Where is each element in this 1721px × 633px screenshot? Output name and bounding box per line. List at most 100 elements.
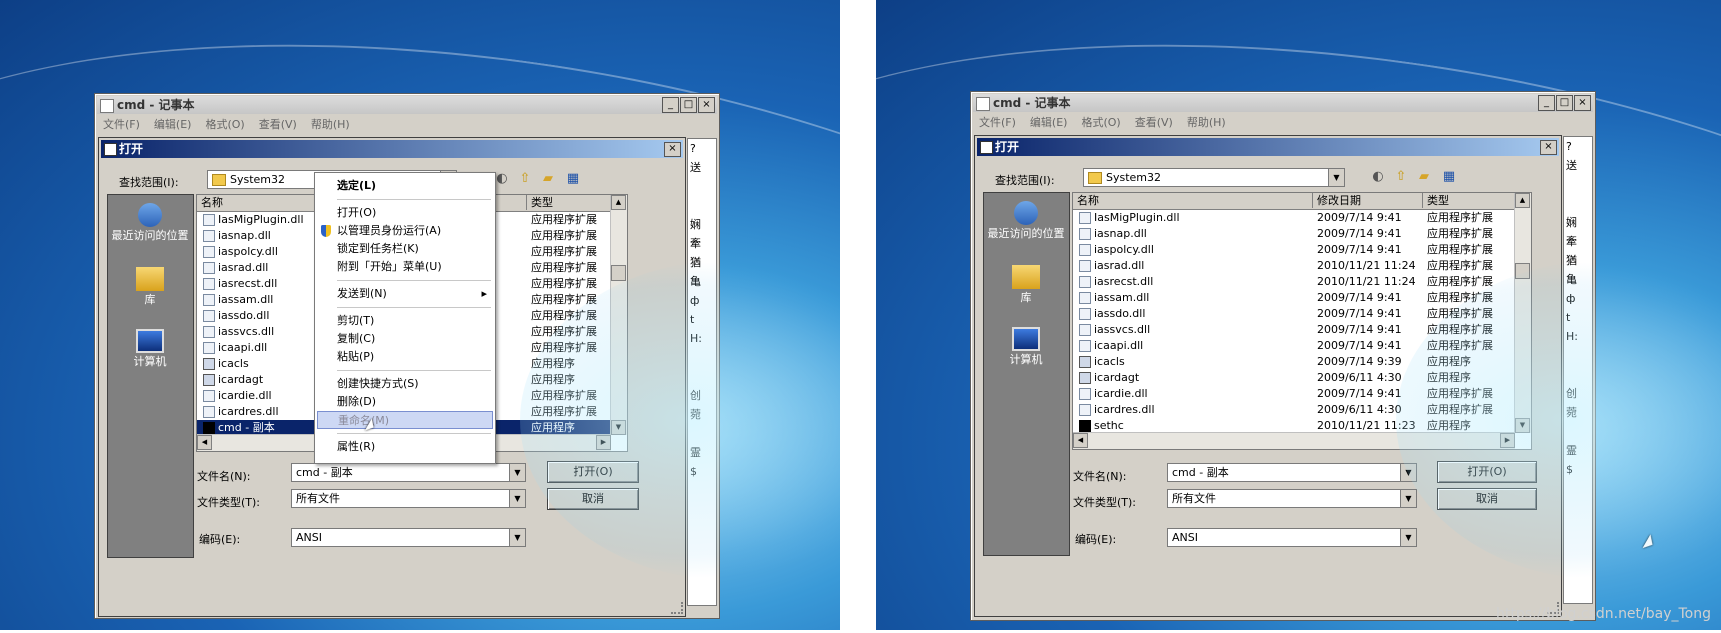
lookin-combo[interactable]: System32 ▼ <box>1083 168 1345 187</box>
menu-help[interactable]: 帮助(H) <box>311 116 350 134</box>
close-button[interactable]: × <box>1574 95 1591 111</box>
place-recent[interactable]: 最近访问的位置 <box>985 201 1067 240</box>
place-computer[interactable]: 计算机 <box>985 327 1067 366</box>
context-menu-item[interactable]: 锁定到任务栏(K) <box>317 240 493 258</box>
context-menu-item[interactable]: 打开(O) <box>317 204 493 222</box>
context-menu-item[interactable]: 重命名(M) <box>317 411 493 429</box>
table-row[interactable]: iassvcs.dll 2009/7/14 9:41 应用程序扩展 <box>1073 322 1515 338</box>
horizontal-scrollbar[interactable]: ◀ ▶ <box>1073 432 1515 449</box>
new-folder-icon[interactable]: ▰ <box>540 171 556 187</box>
dialog-close-button[interactable]: × <box>1540 140 1557 155</box>
table-row[interactable]: IasMigPlugin.dll 2009/7/14 9:41 应用程序扩展 <box>1073 210 1515 226</box>
filename-combo[interactable]: cmd - 副本 ▼ <box>1167 463 1417 482</box>
filetype-combo[interactable]: 所有文件 ▼ <box>291 489 526 508</box>
place-libraries[interactable]: 库 <box>109 267 191 306</box>
chevron-down-icon[interactable]: ▼ <box>509 529 525 546</box>
open-button[interactable]: 打开(O) <box>547 461 639 483</box>
vertical-scrollbar[interactable]: ▲ ▼ <box>610 195 627 435</box>
scroll-down-icon[interactable]: ▼ <box>1515 418 1530 433</box>
vertical-scrollbar[interactable]: ▲ ▼ <box>1514 193 1531 433</box>
close-button[interactable]: × <box>698 97 715 113</box>
chevron-down-icon[interactable]: ▼ <box>1328 169 1344 186</box>
cancel-button[interactable]: 取消 <box>547 488 639 510</box>
scroll-left-icon[interactable]: ◀ <box>197 435 212 450</box>
menu-edit[interactable]: 编辑(E) <box>154 116 192 134</box>
table-row[interactable]: iasrad.dll 2010/11/21 11:24 应用程序扩展 <box>1073 258 1515 274</box>
new-folder-icon[interactable]: ▰ <box>1416 169 1432 185</box>
menu-help[interactable]: 帮助(H) <box>1187 114 1226 132</box>
place-computer[interactable]: 计算机 <box>109 329 191 368</box>
table-row[interactable]: icardres.dll 2009/6/11 4:30 应用程序扩展 <box>1073 402 1515 418</box>
view-menu-icon[interactable]: ▦ <box>565 171 581 187</box>
open-button[interactable]: 打开(O) <box>1437 461 1537 483</box>
menu-file[interactable]: 文件(F) <box>103 116 140 134</box>
context-menu-item[interactable]: 复制(C) <box>317 330 493 348</box>
place-recent[interactable]: 最近访问的位置 <box>109 203 191 242</box>
context-menu-item[interactable]: 剪切(T) <box>317 312 493 330</box>
up-folder-icon[interactable]: ⇧ <box>517 171 533 187</box>
back-icon[interactable]: ◐ <box>494 171 510 187</box>
column-name[interactable]: 名称 <box>1073 193 1313 208</box>
menu-format[interactable]: 格式(O) <box>1081 114 1120 132</box>
minimize-button[interactable]: _ <box>662 97 679 113</box>
scroll-left-icon[interactable]: ◀ <box>1073 433 1088 448</box>
table-row[interactable]: iasrecst.dll 2010/11/21 11:24 应用程序扩展 <box>1073 274 1515 290</box>
file-list[interactable]: 名称 修改日期 类型 IasMigPlugin.dll 2009/7/14 9:4… <box>1072 192 1532 450</box>
chevron-down-icon[interactable]: ▼ <box>1400 490 1416 507</box>
scroll-up-icon[interactable]: ▲ <box>611 195 626 210</box>
open-dialog-titlebar: 打开 × <box>101 140 683 158</box>
menu-edit[interactable]: 编辑(E) <box>1030 114 1068 132</box>
table-row[interactable]: icaapi.dll 2009/7/14 9:41 应用程序扩展 <box>1073 338 1515 354</box>
dialog-close-button[interactable]: × <box>664 142 681 157</box>
scroll-up-icon[interactable]: ▲ <box>1515 193 1530 208</box>
chevron-down-icon[interactable]: ▼ <box>1400 464 1416 481</box>
context-menu-item[interactable]: 属性(R) <box>317 438 493 456</box>
table-row[interactable]: iassdo.dll 2009/7/14 9:41 应用程序扩展 <box>1073 306 1515 322</box>
menu-format[interactable]: 格式(O) <box>205 116 244 134</box>
encoding-combo[interactable]: ANSI ▼ <box>1167 528 1417 547</box>
table-row[interactable]: icacls 2009/7/14 9:39 应用程序 <box>1073 354 1515 370</box>
table-row[interactable]: iaspolcy.dll 2009/7/14 9:41 应用程序扩展 <box>1073 242 1515 258</box>
context-menu-item[interactable]: 删除(D) <box>317 393 493 411</box>
table-row[interactable]: iasnap.dll 2009/7/14 9:41 应用程序扩展 <box>1073 226 1515 242</box>
chevron-down-icon[interactable]: ▼ <box>509 490 525 507</box>
view-menu-icon[interactable]: ▦ <box>1441 169 1457 185</box>
menu-view[interactable]: 查看(V) <box>259 116 297 134</box>
context-menu-item[interactable]: 附到「开始」菜单(U) <box>317 258 493 276</box>
chevron-down-icon[interactable]: ▼ <box>1400 529 1416 546</box>
column-type[interactable]: 类型 <box>527 195 611 210</box>
context-menu-item[interactable]: 以管理员身份运行(A) <box>317 222 493 240</box>
maximize-button[interactable]: □ <box>1556 95 1573 111</box>
column-date[interactable]: 修改日期 <box>1313 193 1423 208</box>
encoding-combo[interactable]: ANSI ▼ <box>291 528 526 547</box>
context-menu-item[interactable]: 粘贴(P) <box>317 348 493 366</box>
scroll-right-icon[interactable]: ▶ <box>596 435 611 450</box>
chevron-down-icon[interactable]: ▼ <box>509 464 525 481</box>
up-folder-icon[interactable]: ⇧ <box>1393 169 1409 185</box>
notepad-text-area[interactable]: ? 送娴牽猶亀 ф t H: 创菀霊 $ <box>687 138 717 606</box>
menu-view[interactable]: 查看(V) <box>1135 114 1173 132</box>
back-icon[interactable]: ◐ <box>1370 169 1386 185</box>
filename-combo[interactable]: cmd - 副本 ▼ <box>291 463 526 482</box>
menu-separator <box>337 433 491 434</box>
scroll-down-icon[interactable]: ▼ <box>611 420 626 435</box>
maximize-button[interactable]: □ <box>680 97 697 113</box>
table-row[interactable]: icardie.dll 2009/7/14 9:41 应用程序扩展 <box>1073 386 1515 402</box>
scroll-right-icon[interactable]: ▶ <box>1500 433 1515 448</box>
notepad-text-area[interactable]: ? 送娴牽猶亀 ф t H: 创菀霊 $ <box>1563 136 1593 604</box>
cancel-button[interactable]: 取消 <box>1437 488 1537 510</box>
table-row[interactable]: icardagt 2009/6/11 4:30 应用程序 <box>1073 370 1515 386</box>
minimize-button[interactable]: _ <box>1538 95 1555 111</box>
filetype-combo[interactable]: 所有文件 ▼ <box>1167 489 1417 508</box>
table-row[interactable]: iassam.dll 2009/7/14 9:41 应用程序扩展 <box>1073 290 1515 306</box>
menu-file[interactable]: 文件(F) <box>979 114 1016 132</box>
column-type[interactable]: 类型 <box>1423 193 1515 208</box>
scroll-thumb[interactable] <box>611 265 626 281</box>
context-menu-item[interactable]: 发送到(N) ▸ <box>317 285 493 303</box>
resize-grip-icon[interactable] <box>671 602 683 614</box>
folder-icon <box>1088 172 1102 184</box>
context-menu-item[interactable]: 创建快捷方式(S) <box>317 375 493 393</box>
scroll-thumb[interactable] <box>1515 263 1530 279</box>
place-libraries[interactable]: 库 <box>985 265 1067 304</box>
context-menu-item[interactable]: 选定(L) <box>317 177 493 195</box>
